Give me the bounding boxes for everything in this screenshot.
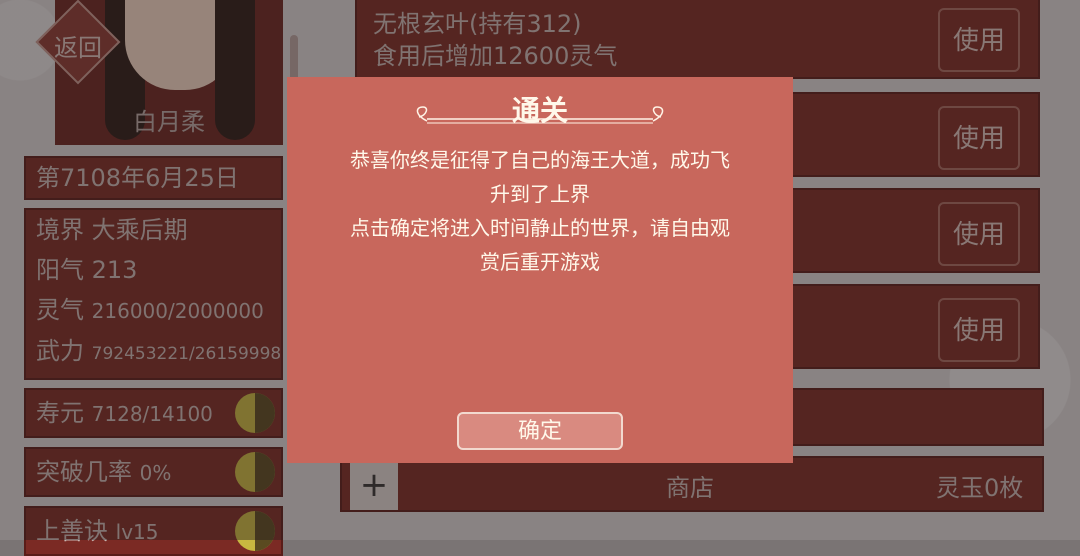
- dialog-title: 通关: [511, 94, 568, 127]
- confirm-button[interactable]: 确定: [457, 412, 623, 450]
- completion-dialog: 通关 恭喜你终是征得了自己的海王大道，成功飞 升到了上界 点击确定将进入时间静止…: [287, 77, 793, 463]
- dialog-message: 恭喜你终是征得了自己的海王大道，成功飞 升到了上界 点击确定将进入时间静止的世界…: [350, 148, 730, 274]
